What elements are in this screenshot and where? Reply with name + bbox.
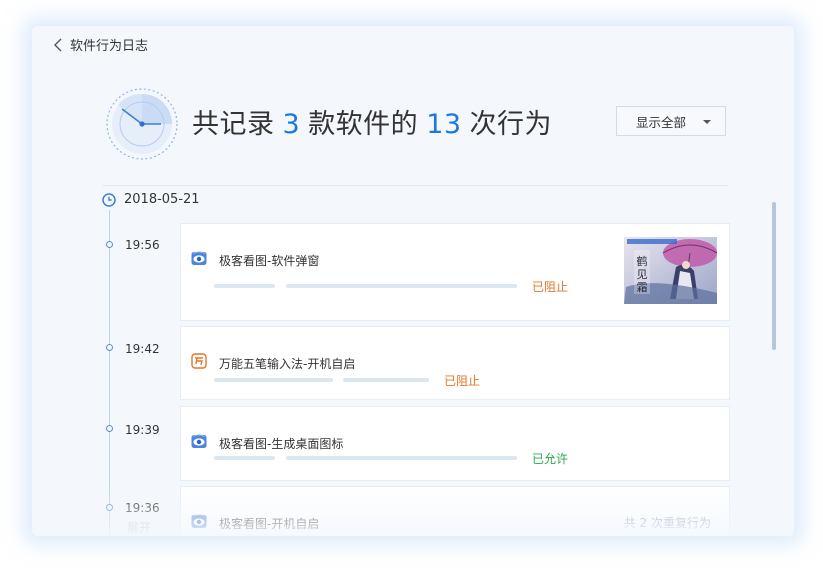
summary-prefix: 共记录 (192, 109, 275, 140)
back-label: 软件行为日志 (70, 39, 149, 54)
scrollbar-thumb[interactable] (772, 202, 776, 350)
status-badge: 已允许 (532, 452, 569, 466)
repeat-count: 共 2 次重复行为 (623, 516, 711, 530)
entry-time: 19:56 (125, 238, 160, 252)
timeline-line (109, 210, 110, 536)
status-badge: 已阻止 (532, 280, 569, 294)
behavior-title: 极客看图-生成桌面图标 (219, 437, 344, 451)
behavior-title: 万能五笔输入法-开机自启 (219, 357, 356, 371)
summary-suffix: 次行为 (469, 109, 553, 140)
clock-icon (106, 88, 178, 160)
entry-time: 19:39 (125, 423, 160, 437)
thumbnail-calligraphy: 霜 (637, 281, 648, 294)
back-button[interactable]: 软件行为日志 (52, 35, 148, 54)
behavior-card[interactable]: 极客看图-软件弹窗 已阻止 鹤 见 霜 (180, 223, 730, 321)
entry-time: 19:36 (125, 501, 160, 515)
timeline-date: 2018-05-21 (124, 192, 200, 207)
behavior-card[interactable]: 极客看图-开机自启 共 2 次重复行为 (180, 486, 730, 536)
summary-text: 共记录 3 款软件的 13 次行为 (192, 102, 552, 141)
behavior-card[interactable]: 万能五笔输入法-开机自启 已阻止 (180, 326, 730, 400)
thumbnail-calligraphy: 鹤 (637, 254, 648, 268)
eye-icon (191, 514, 207, 528)
summary-middle: 款软件的 (308, 109, 419, 140)
software-count: 3 (282, 109, 301, 140)
placeholder-bar (214, 456, 275, 460)
timeline-dot (106, 344, 113, 351)
eye-icon (191, 251, 207, 265)
timeline-dot (106, 425, 113, 432)
eye-icon (191, 434, 207, 448)
popup-thumbnail: 鹤 见 霜 (624, 237, 717, 304)
timeline-dot (106, 241, 113, 248)
behavior-card[interactable]: 极客看图-生成桌面图标 已允许 (180, 406, 730, 481)
filter-selected: 显示全部 (636, 114, 687, 130)
behavior-title: 极客看图-开机自启 (219, 517, 320, 531)
status-badge: 已阻止 (444, 374, 481, 388)
divider (102, 185, 728, 186)
placeholder-bar (286, 456, 517, 460)
placeholder-bar (343, 378, 429, 382)
wubi-icon (191, 353, 207, 369)
clock-small-icon (102, 193, 116, 207)
placeholder-bar (214, 378, 333, 382)
expand-link[interactable]: 展开 (127, 519, 151, 536)
timeline-dot (106, 504, 113, 511)
behavior-title: 极客看图-软件弹窗 (219, 254, 320, 268)
chevron-left-icon (54, 38, 62, 51)
caret-down-icon (703, 120, 711, 124)
behavior-log-window: 软件行为日志 共记录 3 款软件的 13 次行为 显示全部 2018-05-21 19:… (32, 26, 794, 536)
placeholder-bar (214, 284, 275, 288)
thumbnail-calligraphy: 见 (637, 268, 648, 281)
behavior-count: 13 (426, 109, 462, 140)
filter-dropdown[interactable]: 显示全部 (616, 106, 726, 136)
placeholder-bar (286, 284, 517, 288)
entry-time: 19:42 (125, 342, 160, 356)
